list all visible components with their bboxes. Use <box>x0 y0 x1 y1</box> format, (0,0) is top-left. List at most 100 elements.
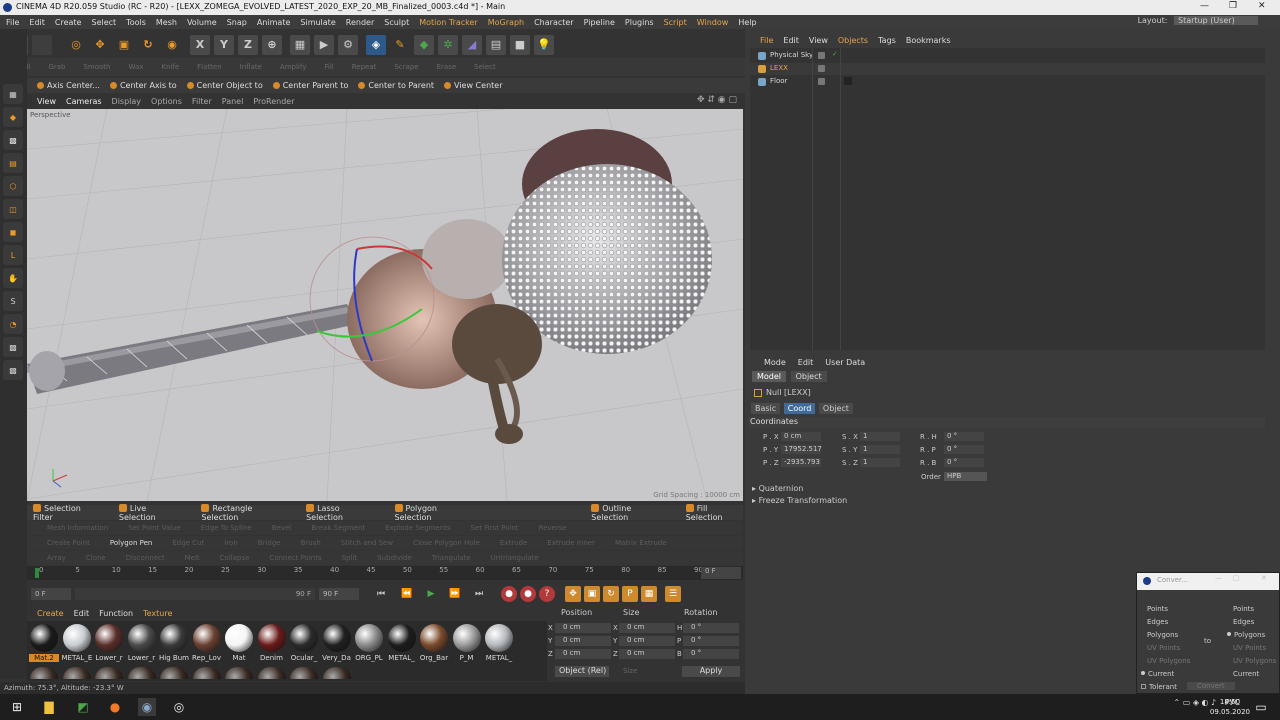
menu-tools[interactable]: Tools <box>126 18 146 27</box>
menu-file[interactable]: File <box>6 18 19 27</box>
material-swatch[interactable]: METAL_ <box>484 624 514 662</box>
object-row[interactable]: LEXX <box>750 63 1265 75</box>
go-to-start-button[interactable]: ⏮ <box>373 586 389 602</box>
visibility-toggle-icon[interactable] <box>818 65 825 72</box>
material-menu-create[interactable]: Create <box>37 609 64 618</box>
scale-icon[interactable]: ▣ <box>114 35 134 55</box>
light-icon[interactable]: 💡 <box>534 34 554 55</box>
menu-mesh[interactable]: Mesh <box>156 18 177 27</box>
render-settings-icon[interactable]: ⚙ <box>338 34 358 55</box>
polygons-mode-icon[interactable]: ◼ <box>3 222 23 242</box>
edges-mode-icon[interactable]: ◫ <box>3 199 23 219</box>
render-view-icon[interactable]: ▦ <box>290 34 310 55</box>
axis-center-button[interactable]: Axis Center... <box>37 81 100 90</box>
points-mode-icon[interactable]: ⬡ <box>3 176 23 196</box>
redo-button[interactable] <box>32 34 52 55</box>
rot-p-field[interactable]: 0 ° <box>683 636 739 646</box>
perspective-viewport[interactable] <box>27 109 743 501</box>
texture-mode-icon[interactable]: ▩ <box>3 130 23 150</box>
excel-icon[interactable]: ◩ <box>74 698 92 716</box>
py-field[interactable]: 17952.517 <box>781 445 822 454</box>
lasso-selection-button[interactable]: Lasso Selection <box>306 503 374 522</box>
rot-h-field[interactable]: 0 ° <box>683 623 739 633</box>
material-swatch-partial[interactable] <box>192 667 222 679</box>
to-uv-polygons-option[interactable]: UV Polygons <box>1233 657 1276 665</box>
object-row[interactable]: Physical Sky ✓ <box>750 50 1265 62</box>
fill-selection-button[interactable]: Fill Selection <box>685 503 743 522</box>
size-x-field[interactable]: 0 cm <box>619 623 675 633</box>
outline-selection-button[interactable]: Outline Selection <box>591 503 665 522</box>
scale-key-icon[interactable]: ▣ <box>584 586 600 602</box>
magnet-icon[interactable]: ◔ <box>3 314 23 334</box>
tab-object[interactable]: Object <box>790 371 827 382</box>
menu-help[interactable]: Help <box>738 18 756 27</box>
menu-edit[interactable]: Edit <box>29 18 45 27</box>
material-swatch-partial[interactable] <box>62 667 92 679</box>
move-icon[interactable]: ✥ <box>90 35 110 55</box>
menu-script[interactable]: Script <box>664 18 687 27</box>
apply-button[interactable]: Apply <box>682 666 740 677</box>
selection-filter-button[interactable]: Selection Filter <box>33 503 99 522</box>
cinema4d-taskbar-icon[interactable]: ◉ <box>138 698 156 716</box>
viewport-menu-cameras[interactable]: Cameras <box>66 97 102 106</box>
menu-animate[interactable]: Animate <box>257 18 291 27</box>
current-option[interactable]: Current <box>1141 670 1174 678</box>
menu-sculpt[interactable]: Sculpt <box>384 18 409 27</box>
converter-minimize-button[interactable]: — <box>1215 574 1222 582</box>
material-swatch-partial[interactable] <box>322 667 352 679</box>
material-swatch-partial[interactable] <box>94 667 124 679</box>
to-uv-points-option[interactable]: UV Points <box>1233 644 1266 652</box>
rp-field[interactable]: 0 ° <box>944 445 984 454</box>
to-polygons-option[interactable]: Polygons <box>1227 631 1265 639</box>
menu-snap[interactable]: Snap <box>227 18 247 27</box>
timeline-menu-icon[interactable]: ☰ <box>665 586 681 602</box>
clock[interactable]: 18:50 09.05.2020 <box>1210 697 1250 717</box>
objects-menu-tags[interactable]: Tags <box>878 36 896 45</box>
rotate-icon[interactable]: ↻ <box>138 35 158 55</box>
material-swatch[interactable]: P_M <box>452 624 482 662</box>
sz-field[interactable]: 1 <box>860 458 900 467</box>
pen-icon[interactable]: ✎ <box>390 35 410 55</box>
end-frame-field[interactable]: 90 F <box>319 588 359 600</box>
go-to-end-button[interactable]: ⏭ <box>471 586 487 602</box>
rotation-order-dropdown[interactable]: HPB <box>944 472 987 481</box>
model-mode-icon[interactable]: ◆ <box>3 107 23 127</box>
sy-field[interactable]: 1 <box>860 445 900 454</box>
material-swatch[interactable]: Rep_Lov <box>192 624 222 662</box>
from-points-option[interactable]: Points <box>1147 605 1168 613</box>
rb-field[interactable]: 0 ° <box>944 458 984 467</box>
start-frame-field[interactable]: 0 F <box>31 588 71 600</box>
snap-icon[interactable]: S <box>3 291 23 311</box>
view-center-button[interactable]: View Center <box>444 81 502 90</box>
rectangle-selection-button[interactable]: Rectangle Selection <box>201 503 286 522</box>
material-menu-function[interactable]: Function <box>99 609 133 618</box>
menu-create[interactable]: Create <box>55 18 82 27</box>
windows-start-icon[interactable]: ⊞ <box>8 698 26 716</box>
material-swatch[interactable]: Ocular_ <box>289 624 319 662</box>
menu-select[interactable]: Select <box>91 18 116 27</box>
center-to-parent-button[interactable]: Center to Parent <box>358 81 434 90</box>
pz-field[interactable]: -2935.793 <box>781 458 821 467</box>
coordinate-system-icon[interactable]: ⊕ <box>262 34 282 55</box>
current-frame-field[interactable]: 0 F <box>701 567 741 579</box>
viewport-menu-panel[interactable]: Panel <box>222 97 244 106</box>
notifications-icon[interactable]: ▭ <box>1252 698 1270 716</box>
object-row[interactable]: Floor <box>750 76 1265 88</box>
coordinate-mode-dropdown[interactable]: Object (Rel) <box>555 666 609 677</box>
keyframe-selection-icon[interactable]: ? <box>539 586 555 602</box>
enabled-check-icon[interactable]: ✓ <box>832 50 838 58</box>
visibility-toggle-icon[interactable] <box>818 52 825 59</box>
rot-b-field[interactable]: 0 ° <box>683 649 739 659</box>
objects-menu-bookmarks[interactable]: Bookmarks <box>906 36 951 45</box>
tweak-icon[interactable]: ✋ <box>3 268 23 288</box>
center-object-to-button[interactable]: Center Object to <box>186 81 263 90</box>
quaternion-section[interactable]: ▸ Quaternion <box>752 484 1265 495</box>
material-swatch[interactable]: METAL_ <box>387 624 417 662</box>
size-z-field[interactable]: 0 cm <box>619 649 675 659</box>
subtab-basic[interactable]: Basic <box>751 403 781 414</box>
material-swatch[interactable]: Mat.2 <box>29 624 59 662</box>
material-swatch-partial[interactable] <box>159 667 189 679</box>
viewport-menu-prorender[interactable]: ProRender <box>253 97 294 106</box>
objects-menu-edit[interactable]: Edit <box>783 36 799 45</box>
menu-plugins[interactable]: Plugins <box>625 18 654 27</box>
